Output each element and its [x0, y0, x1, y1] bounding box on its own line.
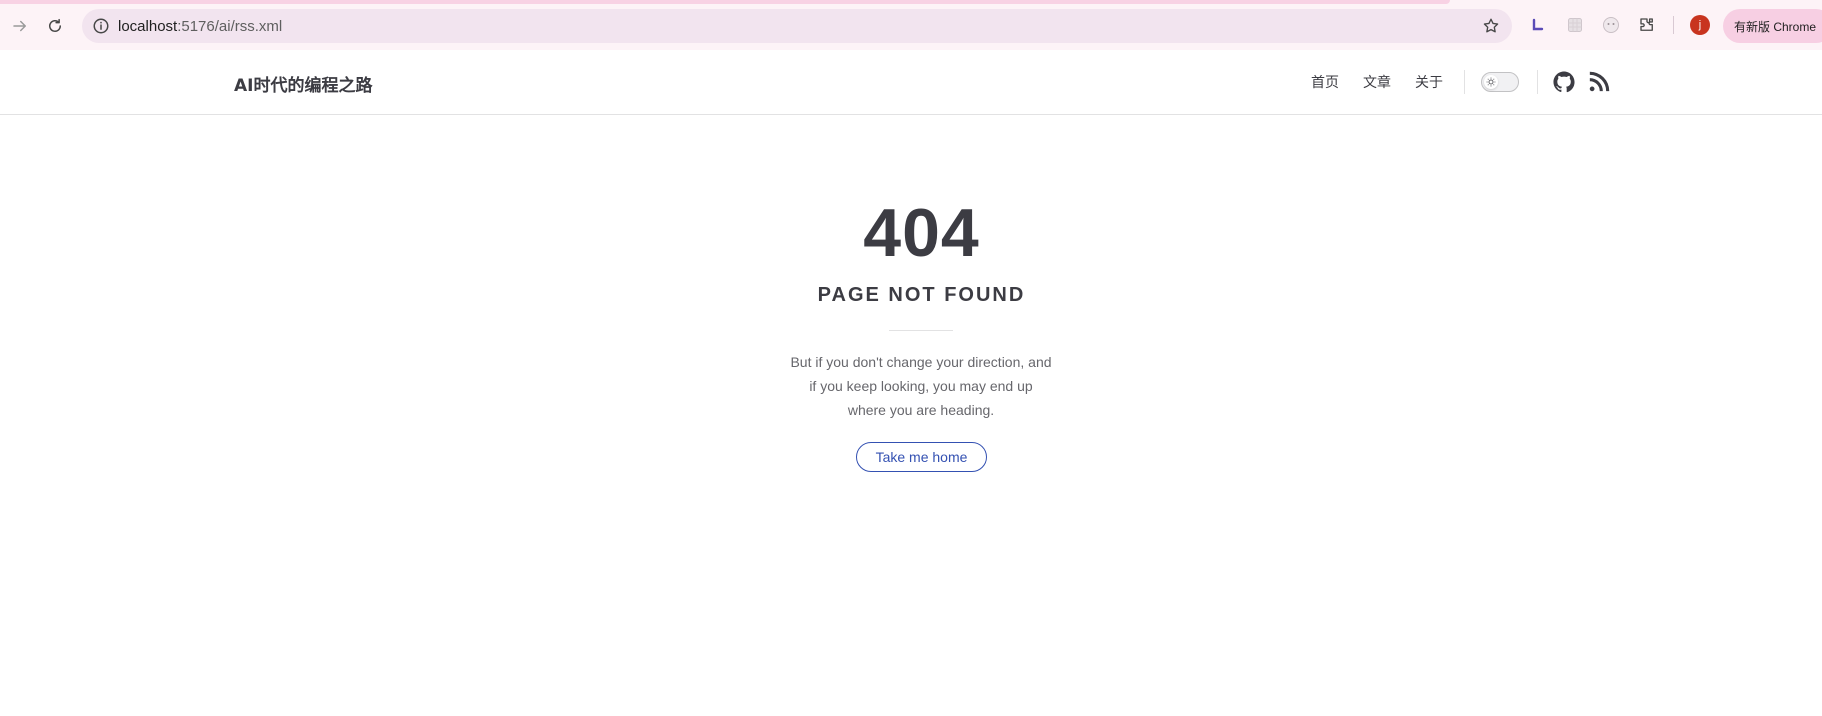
- extension-grid-icon[interactable]: [1564, 14, 1586, 36]
- puzzle-icon[interactable]: [1636, 14, 1658, 36]
- github-icon[interactable]: [1553, 71, 1575, 93]
- sun-icon: [1484, 75, 1498, 89]
- error-code: 404: [863, 195, 980, 271]
- chrome-update-button[interactable]: 有新版 Chrome: [1723, 9, 1822, 43]
- bookmark-star-icon[interactable]: [1482, 17, 1500, 35]
- site-navbar: AI时代的编程之路 首页 文章 关于: [0, 50, 1822, 115]
- browser-toolbar: localhost:5176/ai/rss.xml j 有新版 Chrome: [0, 0, 1822, 51]
- nav-divider: [1464, 70, 1465, 94]
- url-host: localhost: [118, 18, 178, 35]
- url-path: :5176/ai/rss.xml: [177, 18, 283, 35]
- error-divider: [889, 330, 953, 331]
- address-bar[interactable]: localhost:5176/ai/rss.xml: [82, 9, 1512, 43]
- nav-link-articles[interactable]: 文章: [1363, 72, 1391, 92]
- tab-strip: [0, 0, 1450, 4]
- reload-button[interactable]: [41, 12, 69, 40]
- nav-link-home[interactable]: 首页: [1311, 72, 1339, 92]
- url-text[interactable]: localhost:5176/ai/rss.xml: [118, 18, 282, 35]
- reload-icon: [49, 18, 61, 32]
- extension-l-icon[interactable]: [1527, 14, 1549, 36]
- extension-face-icon[interactable]: [1600, 14, 1622, 36]
- take-me-home-button[interactable]: Take me home: [856, 442, 987, 472]
- forward-button[interactable]: [6, 12, 34, 40]
- nav-divider: [1537, 70, 1538, 94]
- rss-icon[interactable]: [1588, 71, 1610, 93]
- site-info-icon[interactable]: [92, 17, 110, 35]
- nav-link-about[interactable]: 关于: [1415, 72, 1443, 92]
- error-title: PAGE NOT FOUND: [817, 284, 1026, 306]
- arrow-right-icon: [13, 20, 26, 32]
- error-quote: But if you don't change your direction, …: [790, 354, 1052, 418]
- profile-avatar[interactable]: j: [1690, 15, 1710, 35]
- toolbar-separator: [1673, 16, 1674, 34]
- appearance-toggle[interactable]: [1481, 72, 1519, 92]
- nav-menu: 首页 文章 关于: [1311, 72, 1467, 92]
- site-title[interactable]: AI时代的编程之路: [234, 71, 372, 96]
